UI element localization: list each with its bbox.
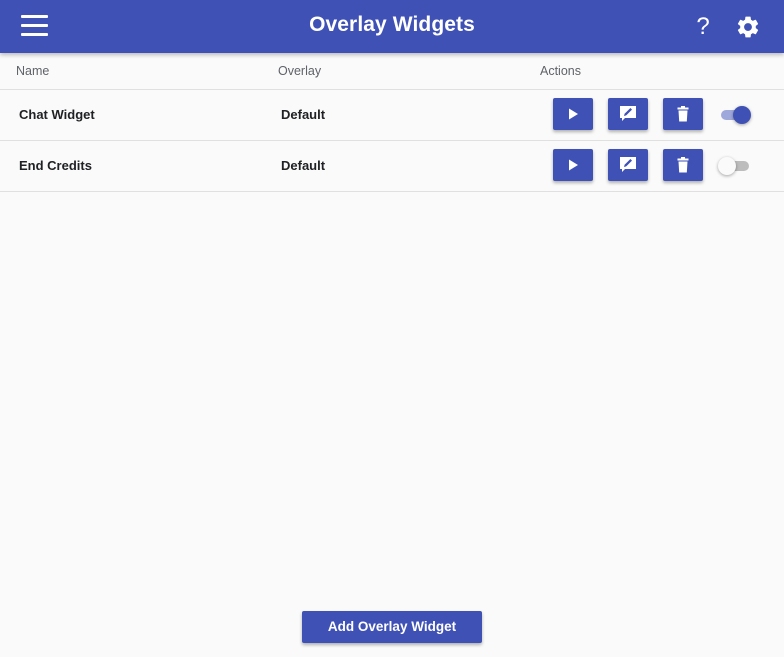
enable-toggle[interactable] [718,156,752,176]
delete-icon [677,157,689,173]
play-icon [569,108,578,120]
hamburger-menu-icon-line [21,24,48,27]
page-title: Overlay Widgets [309,13,475,36]
app-root: Overlay Widgets ? Name Overlay Actions C… [0,0,784,657]
table-header: Name Overlay Actions [0,53,784,90]
help-button[interactable]: ? [690,12,716,42]
toggle-thumb [733,106,751,124]
app-bar: Overlay Widgets ? [0,0,784,53]
delete-icon [677,106,689,122]
edit-icon [620,106,636,121]
column-header-overlay: Overlay [278,64,322,78]
play-button[interactable] [553,98,593,130]
hamburger-menu-icon [21,15,48,18]
menu-button[interactable] [12,8,56,44]
play-icon [569,159,578,171]
edit-button[interactable] [608,98,648,130]
edit-button[interactable] [608,149,648,181]
toggle-thumb [718,157,736,175]
delete-button[interactable] [663,149,703,181]
table-row: End Credits Default [0,141,784,192]
column-header-actions: Actions [540,64,581,78]
enable-toggle[interactable] [718,105,752,125]
play-button[interactable] [553,149,593,181]
add-overlay-widget-button[interactable]: Add Overlay Widget [302,611,482,643]
gear-icon [737,16,759,38]
widget-overlay: Default [281,107,326,122]
settings-button[interactable] [735,14,761,40]
hamburger-menu-icon-line [21,33,48,36]
widget-overlay: Default [281,158,326,173]
widget-name: End Credits [19,158,92,173]
edit-icon [620,157,636,172]
column-header-name: Name [16,64,50,78]
widget-name: Chat Widget [19,107,95,122]
table-row: Chat Widget Default [0,90,784,141]
delete-button[interactable] [663,98,703,130]
